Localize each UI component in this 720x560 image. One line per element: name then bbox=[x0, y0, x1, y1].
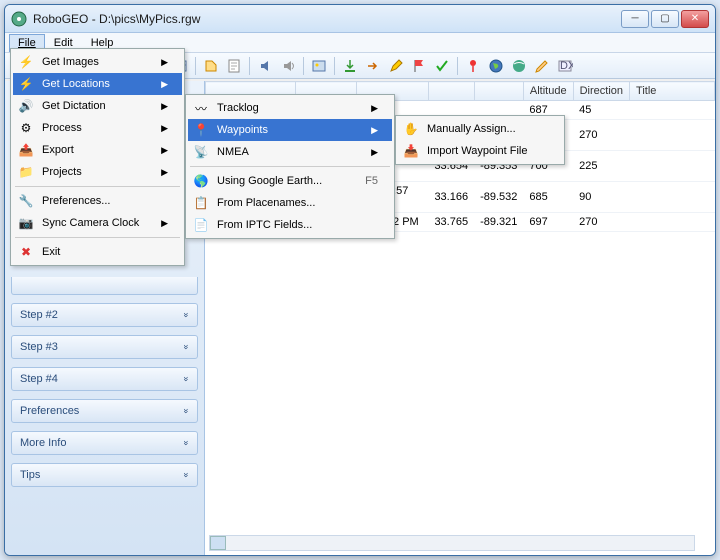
col-direction[interactable]: Direction bbox=[573, 82, 629, 101]
track-icon: 〰 bbox=[192, 99, 210, 117]
close-button[interactable]: ✕ bbox=[681, 10, 709, 28]
tool-image-icon[interactable] bbox=[309, 56, 329, 76]
tool-export1-icon[interactable] bbox=[340, 56, 360, 76]
sidebar-step3[interactable]: Step #3» bbox=[11, 335, 198, 359]
menu-get-dictation[interactable]: 🔊Get Dictation▶ bbox=[13, 95, 182, 117]
maximize-button[interactable]: ▢ bbox=[651, 10, 679, 28]
tool-ge-icon[interactable] bbox=[509, 56, 529, 76]
menu-google-earth[interactable]: 🌎Using Google Earth...F5 bbox=[188, 170, 392, 192]
import-icon: 📥 bbox=[402, 142, 420, 160]
sidebar-step4[interactable]: Step #4» bbox=[11, 367, 198, 391]
tool-pin-icon[interactable] bbox=[463, 56, 483, 76]
hand-icon: ✋ bbox=[402, 120, 420, 138]
col-lat[interactable] bbox=[428, 82, 474, 101]
audio-icon: 🔊 bbox=[17, 97, 35, 115]
tool-earth-icon[interactable] bbox=[486, 56, 506, 76]
menu-sync-clock[interactable]: 📷Sync Camera Clock▶ bbox=[13, 212, 182, 234]
menu-get-images[interactable]: ⚡Get Images▶ bbox=[13, 51, 182, 73]
menu-exit[interactable]: ✖Exit bbox=[13, 241, 182, 263]
sidebar-more[interactable]: More Info» bbox=[11, 431, 198, 455]
tool-check-icon[interactable] bbox=[432, 56, 452, 76]
titlebar: RoboGEO - D:\pics\MyPics.rgw ─ ▢ ✕ bbox=[5, 5, 715, 33]
lightning-icon: ⚡ bbox=[17, 53, 35, 71]
lightning-icon: ⚡ bbox=[17, 75, 35, 93]
tool-tag-icon[interactable] bbox=[201, 56, 221, 76]
menu-manual-assign[interactable]: ✋Manually Assign... bbox=[398, 118, 562, 140]
tool-audio2-icon[interactable] bbox=[278, 56, 298, 76]
menu-get-locations[interactable]: ⚡Get Locations▶ bbox=[13, 73, 182, 95]
col-title[interactable]: Title bbox=[630, 82, 715, 101]
signal-icon: 📡 bbox=[192, 143, 210, 161]
tool-pencil-icon[interactable] bbox=[532, 56, 552, 76]
doc-icon: 📄 bbox=[192, 216, 210, 234]
menu-placenames[interactable]: 📋From Placenames... bbox=[188, 192, 392, 214]
locations-submenu: 〰Tracklog▶ 📍Waypoints▶ 📡NMEA▶ 🌎Using Goo… bbox=[185, 94, 395, 239]
tool-flag-icon[interactable] bbox=[409, 56, 429, 76]
gear-icon: ⚙ bbox=[17, 119, 35, 137]
menu-iptc[interactable]: 📄From IPTC Fields... bbox=[188, 214, 392, 236]
app-icon bbox=[11, 11, 27, 27]
menu-export[interactable]: 📤Export▶ bbox=[13, 139, 182, 161]
waypoints-submenu: ✋Manually Assign... 📥Import Waypoint Fil… bbox=[395, 115, 565, 165]
window-controls: ─ ▢ ✕ bbox=[621, 10, 709, 28]
close-icon: ✖ bbox=[17, 243, 35, 261]
tool-dxf-icon[interactable]: DXF bbox=[555, 56, 575, 76]
wrench-icon: 🔧 bbox=[17, 192, 35, 210]
folder-icon: 📁 bbox=[17, 163, 35, 181]
col-lon[interactable] bbox=[474, 82, 523, 101]
menu-projects[interactable]: 📁Projects▶ bbox=[13, 161, 182, 183]
camera-icon: 📷 bbox=[17, 214, 35, 232]
sidebar-step2[interactable]: Step #2» bbox=[11, 303, 198, 327]
menu-tracklog[interactable]: 〰Tracklog▶ bbox=[188, 97, 392, 119]
tool-edit-icon[interactable] bbox=[386, 56, 406, 76]
menu-nmea[interactable]: 📡NMEA▶ bbox=[188, 141, 392, 163]
list-icon: 📋 bbox=[192, 194, 210, 212]
horizontal-scrollbar[interactable] bbox=[209, 535, 695, 551]
tool-audio1-icon[interactable] bbox=[255, 56, 275, 76]
earth-icon: 🌎 bbox=[192, 172, 210, 190]
svg-text:DXF: DXF bbox=[560, 60, 573, 72]
menu-process[interactable]: ⚙Process▶ bbox=[13, 117, 182, 139]
col-altitude[interactable]: Altitude bbox=[523, 82, 573, 101]
file-menu: ⚡Get Images▶ ⚡Get Locations▶ 🔊Get Dictat… bbox=[10, 48, 185, 266]
sidebar-prefs[interactable]: Preferences» bbox=[11, 399, 198, 423]
sidebar-step1-cut[interactable] bbox=[11, 277, 198, 295]
menu-waypoints[interactable]: 📍Waypoints▶ bbox=[188, 119, 392, 141]
window-title: RoboGEO - D:\pics\MyPics.rgw bbox=[33, 12, 621, 26]
menu-import-waypoint[interactable]: 📥Import Waypoint File bbox=[398, 140, 562, 162]
minimize-button[interactable]: ─ bbox=[621, 10, 649, 28]
sidebar-tips[interactable]: Tips» bbox=[11, 463, 198, 487]
tool-note-icon[interactable] bbox=[224, 56, 244, 76]
export-icon: 📤 bbox=[17, 141, 35, 159]
waypoint-icon: 📍 bbox=[192, 121, 210, 139]
tool-export2-icon[interactable] bbox=[363, 56, 383, 76]
menu-preferences[interactable]: 🔧Preferences... bbox=[13, 190, 182, 212]
